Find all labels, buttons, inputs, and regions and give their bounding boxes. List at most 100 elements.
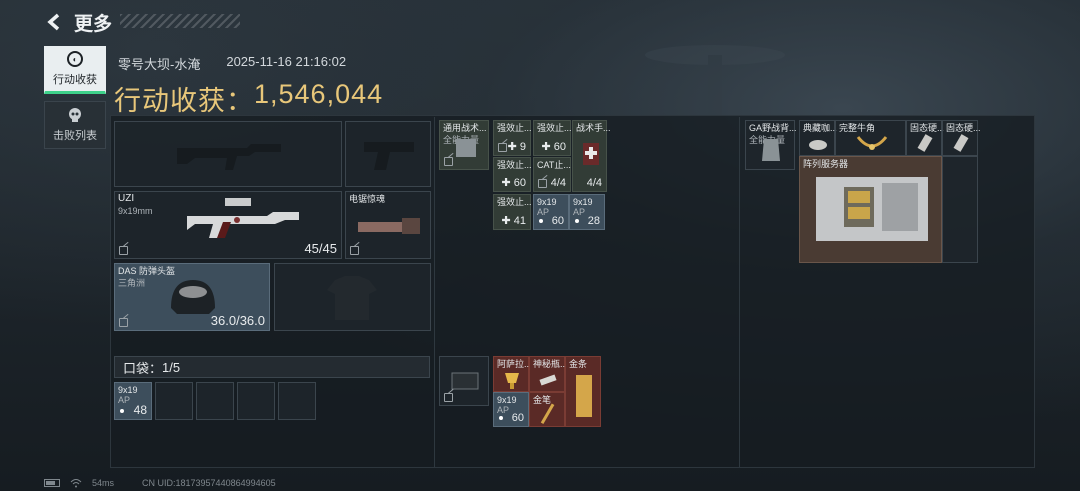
item-name: 阵列服务器 bbox=[803, 159, 849, 169]
skull-icon bbox=[69, 108, 81, 122]
lock-icon bbox=[119, 318, 128, 327]
item-count: ✚ 9 bbox=[507, 141, 526, 153]
melee-name: 电锯惊魂 bbox=[349, 194, 386, 204]
rig-item-server[interactable]: 阵列服务器 bbox=[799, 156, 942, 263]
rig-item[interactable]: 固态硬... bbox=[942, 120, 981, 156]
backpack-item[interactable]: 强效止... ✚ 60 bbox=[533, 120, 572, 156]
helmet-sub: 三角洲 bbox=[118, 278, 146, 288]
vest-icon bbox=[762, 139, 780, 161]
case-icon bbox=[451, 372, 479, 390]
tab-loot-label: 行动收获 bbox=[53, 74, 97, 86]
item-sub: AP bbox=[573, 207, 586, 217]
cup-icon bbox=[505, 373, 519, 389]
lock-icon bbox=[444, 157, 453, 166]
loot-item[interactable]: 神秘瓶... bbox=[529, 356, 568, 392]
loot-total: 行动收获： 1,546,044 bbox=[114, 79, 383, 118]
item-name: 固态硬... bbox=[910, 123, 945, 133]
pocket-header: 口袋： 1/5 bbox=[114, 356, 430, 378]
item-count: ✚ 60 bbox=[541, 141, 566, 153]
primary-weapon-empty-slot[interactable] bbox=[114, 121, 342, 187]
vest-name: GA野战背... bbox=[749, 123, 797, 133]
gold-bar-icon bbox=[576, 375, 592, 417]
item-name: 强效止... bbox=[497, 160, 532, 170]
page-header: 更多 bbox=[44, 8, 112, 36]
item-name: CAT止... bbox=[537, 160, 571, 170]
pocket-item-sub: AP bbox=[118, 395, 131, 405]
loot-item-ammo[interactable]: 9x19 AP 60 bbox=[493, 392, 529, 427]
ssd-icon bbox=[953, 134, 969, 152]
rig-item[interactable]: 固态硬... bbox=[906, 120, 945, 156]
pocket-slot-empty[interactable] bbox=[155, 382, 193, 420]
item-name: 强效止... bbox=[537, 123, 572, 133]
lock-icon bbox=[444, 393, 453, 402]
divider bbox=[434, 117, 435, 467]
armor-empty-slot[interactable] bbox=[274, 263, 431, 331]
backpack-item[interactable]: 强效止... ✚ 41 bbox=[493, 194, 532, 230]
rig-item[interactable]: 完整牛角 bbox=[835, 120, 906, 156]
ammo-dot-icon bbox=[499, 416, 503, 420]
vest-slot[interactable]: GA野战背... 全能力量 bbox=[745, 120, 797, 170]
armor-silhouette-icon bbox=[327, 276, 377, 320]
backpack-icon bbox=[456, 139, 476, 157]
loot-item[interactable]: 阿萨拉... bbox=[493, 356, 532, 392]
item-name: 9x19 bbox=[497, 395, 517, 405]
backpack-item-ammo[interactable]: 9x19 AP 28 bbox=[569, 194, 605, 230]
helmet-durability: 36.0/36.0 bbox=[210, 313, 265, 328]
pocket-item-ammo[interactable]: 9x19 AP 48 bbox=[114, 382, 152, 420]
tab-kills-label: 击败列表 bbox=[53, 130, 97, 142]
secondary-weapon-empty-slot[interactable] bbox=[345, 121, 431, 187]
status-bar: 54ms CN UID:18173957440864994605 bbox=[44, 478, 276, 488]
tab-loot[interactable]: ◐ 行动收获 bbox=[44, 46, 106, 94]
backpack-item[interactable]: 强效止... ✚ 60 bbox=[493, 157, 532, 192]
lock-icon bbox=[498, 143, 507, 152]
pocket-slot-empty[interactable] bbox=[196, 382, 234, 420]
pistol-silhouette-icon bbox=[364, 142, 414, 170]
pocket-item-count: 48 bbox=[133, 403, 147, 417]
uzi-icon bbox=[187, 198, 299, 238]
item-count: ✚ 41 bbox=[501, 215, 526, 227]
item-name: 神秘瓶... bbox=[533, 359, 568, 369]
item-name: 9x19 bbox=[537, 197, 557, 207]
pocket-label: 口袋： bbox=[123, 360, 163, 376]
item-name: 完整牛角 bbox=[839, 123, 876, 133]
match-datetime: 2025-11-16 21:16:02 bbox=[226, 54, 347, 69]
coffee-icon bbox=[809, 140, 827, 150]
backpack-slot[interactable]: 通用战术... 全能力量 bbox=[439, 120, 489, 170]
loot-item-gold[interactable]: 金条 bbox=[565, 356, 601, 427]
item-count: 4/4 bbox=[550, 177, 566, 189]
helmet-slot[interactable]: DAS 防弹头盔 三角洲 36.0/36.0 bbox=[114, 263, 270, 331]
page-title: 更多 bbox=[74, 13, 113, 35]
back-button[interactable] bbox=[44, 12, 64, 32]
case-slot[interactable] bbox=[439, 356, 489, 406]
lock-icon bbox=[350, 246, 359, 255]
pocket-count: 1/5 bbox=[162, 359, 181, 375]
backpack-item[interactable]: CAT止... 4/4 bbox=[533, 157, 571, 192]
pocket-slot-empty[interactable] bbox=[237, 382, 275, 420]
rig-item[interactable]: 典藏咖... bbox=[799, 120, 838, 156]
lock-icon bbox=[538, 179, 547, 188]
rifle-silhouette-icon bbox=[177, 144, 281, 170]
melee-weapon-slot[interactable]: 电锯惊魂 bbox=[345, 191, 431, 259]
loot-label: 行动收获： bbox=[114, 86, 254, 116]
chainsaw-icon bbox=[358, 218, 420, 234]
item-count: 28 bbox=[587, 215, 600, 227]
item-name: 金条 bbox=[569, 359, 588, 369]
wifi-icon bbox=[70, 479, 82, 488]
map-name: 零号大坝-水淹 bbox=[118, 57, 201, 72]
uid: CN UID:18173957440864994605 bbox=[142, 478, 276, 488]
item-name: 阿萨拉... bbox=[497, 359, 532, 369]
backpack-item[interactable]: 战术手... 4/4 bbox=[572, 120, 611, 192]
backpack-name: 通用战术... bbox=[443, 123, 487, 133]
backpack-item[interactable]: 强效止... ✚ 9 bbox=[493, 120, 532, 156]
back-arrow-icon bbox=[47, 13, 60, 31]
primary-weapon-slot[interactable]: UZI 9x19mm 45/45 bbox=[114, 191, 342, 259]
rig-slot-empty[interactable] bbox=[942, 156, 978, 263]
item-name: 典藏咖... bbox=[803, 123, 838, 133]
tab-kills[interactable]: 击败列表 bbox=[44, 101, 106, 149]
weapon-ammo: 9x19mm bbox=[118, 206, 153, 216]
pocket-slot-empty[interactable] bbox=[278, 382, 316, 420]
weapon-ammo-count: 45/45 bbox=[304, 241, 337, 256]
loot-item[interactable]: 金笔 bbox=[529, 392, 565, 427]
pocket-item-name: 9x19 bbox=[118, 385, 138, 395]
backpack-item-ammo[interactable]: 9x19 AP 60 bbox=[533, 194, 569, 230]
